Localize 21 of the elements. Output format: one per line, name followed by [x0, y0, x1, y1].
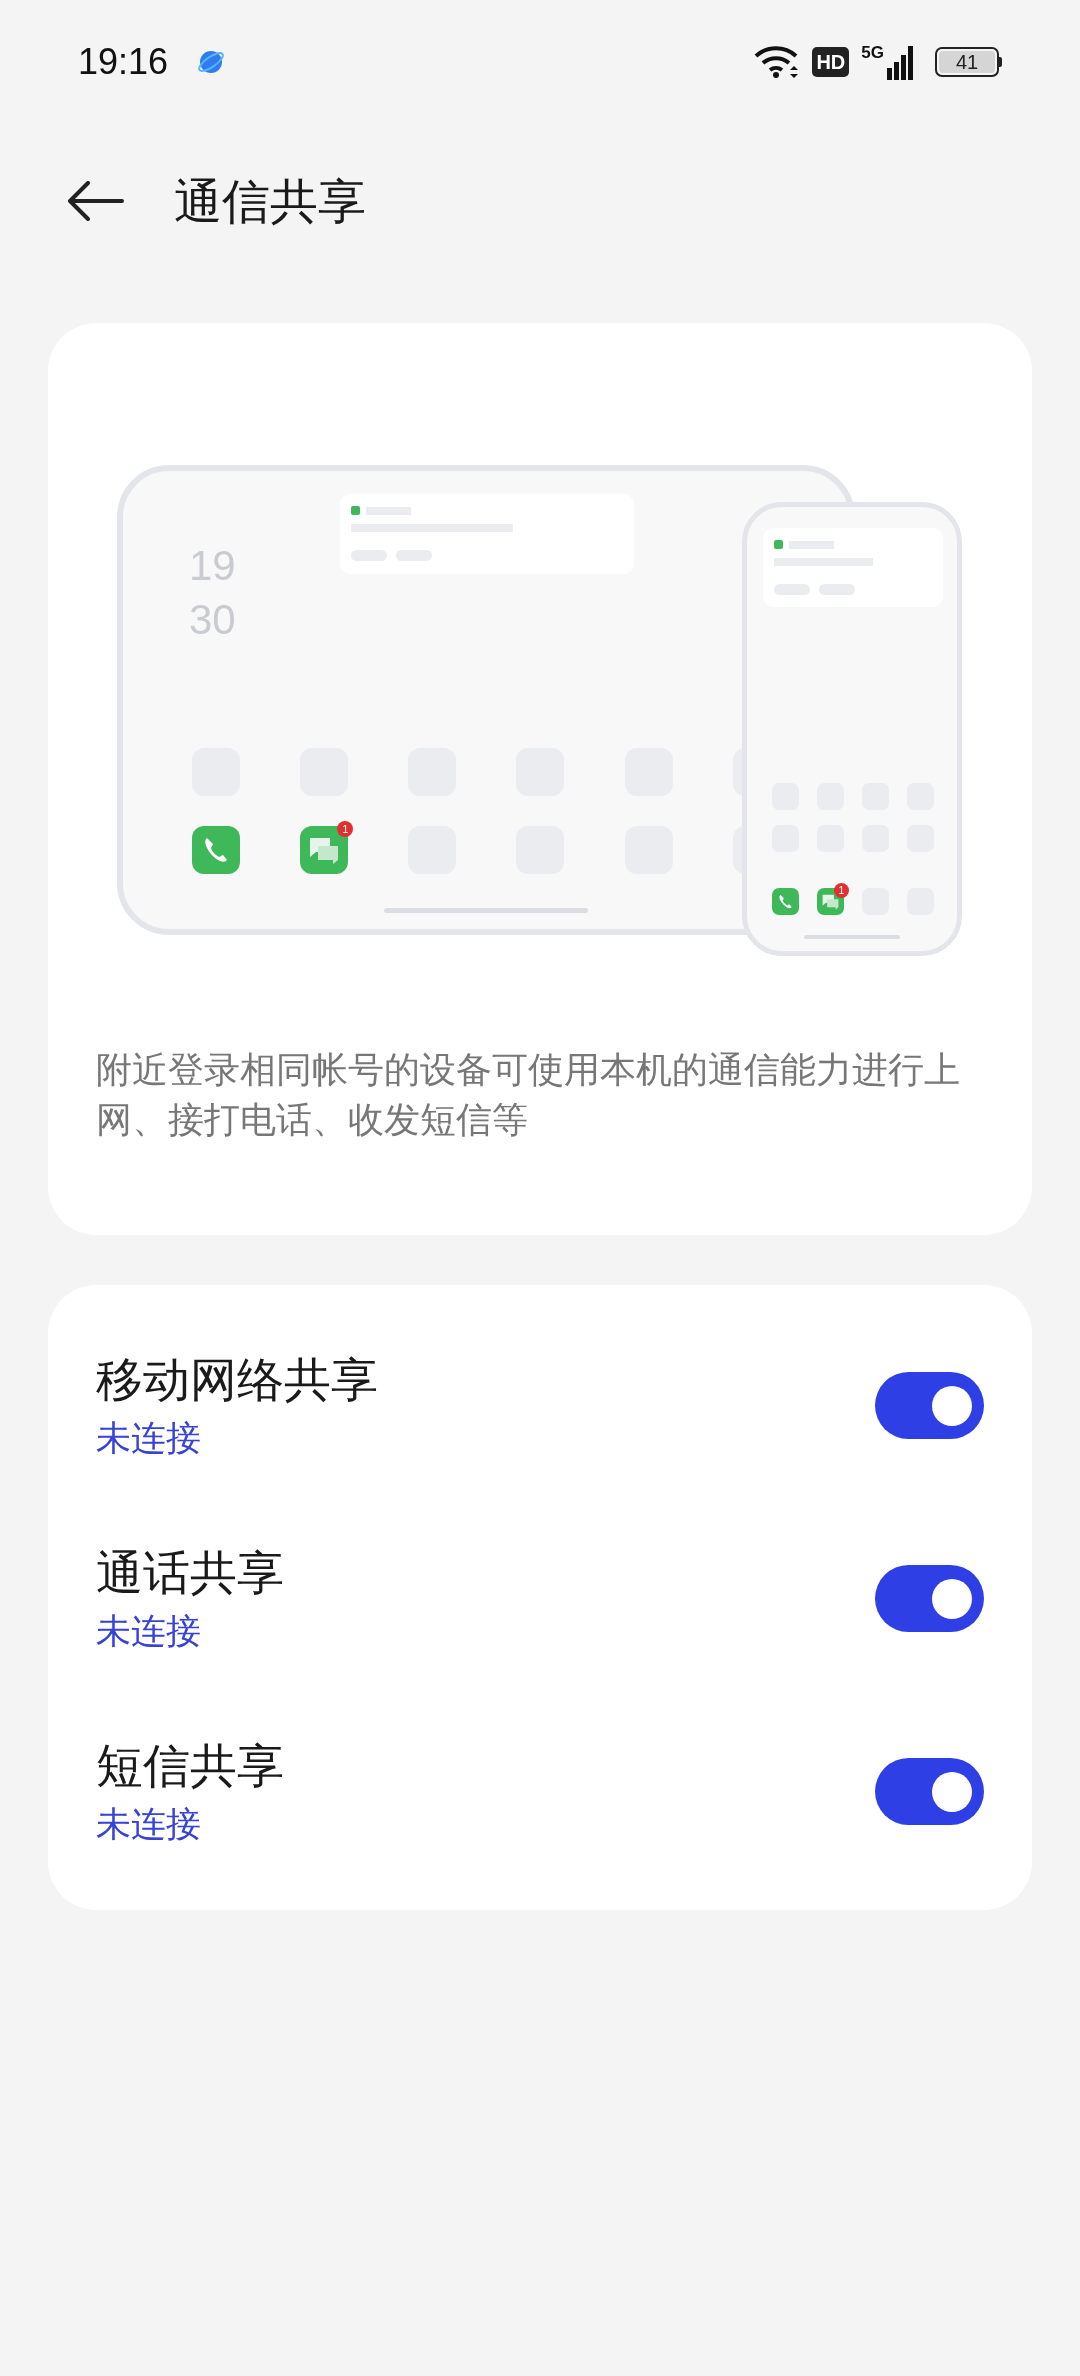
page-title: 通信共享: [174, 172, 366, 231]
setting-status: 未连接: [96, 1802, 202, 1846]
clock-time: 19:16: [78, 40, 169, 84]
setting-status: 未连接: [96, 1416, 202, 1460]
back-button[interactable]: [66, 179, 126, 223]
notification-badge: 1: [337, 820, 354, 837]
messages-app-icon: [300, 826, 348, 874]
setting-title: 短信共享: [96, 1736, 284, 1795]
setting-title: 移动网络共享: [96, 1350, 378, 1409]
description-text: 附近登录相同帐号的设备可使用本机的通信能力进行上网、接打电话、收发短信等: [95, 1048, 961, 1142]
phone-app-icon: [192, 826, 240, 874]
phone-app-icon: [772, 888, 799, 915]
setting-title: 通话共享: [96, 1543, 284, 1602]
hd-badge: HD: [812, 47, 850, 77]
wifi-icon: [754, 44, 801, 80]
messages-app-icon: [817, 888, 844, 915]
battery-level: 41: [955, 52, 979, 72]
notification-badge: 1: [834, 883, 849, 898]
signal-icon: [887, 46, 913, 80]
network-label: 5G: [861, 44, 884, 61]
setting-status: 未连接: [96, 1609, 202, 1653]
